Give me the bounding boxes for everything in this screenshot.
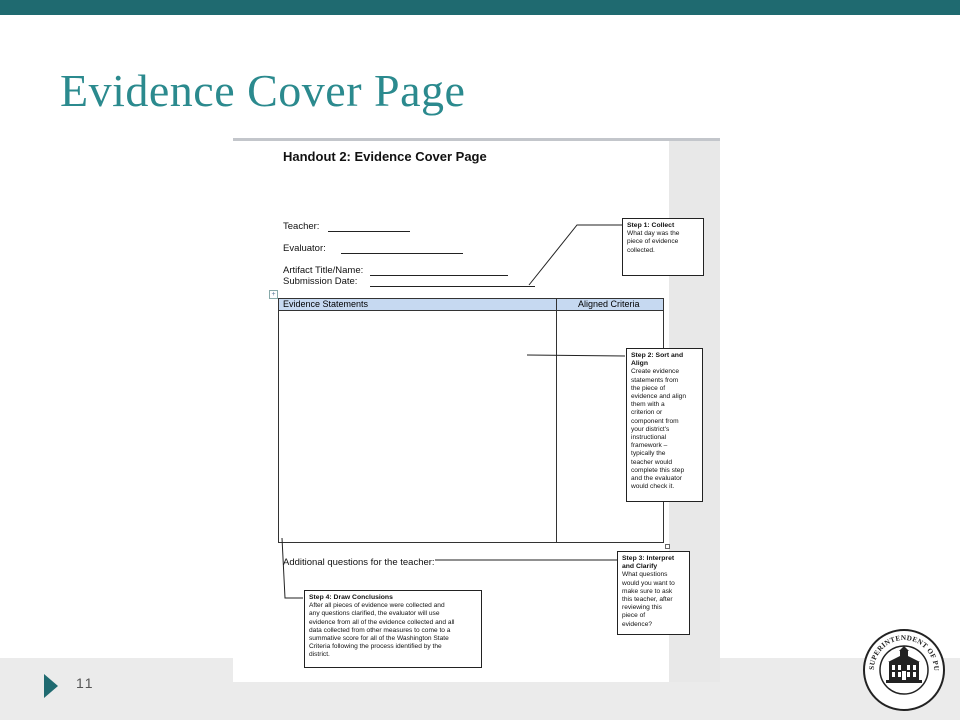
step3-line: What questions	[622, 571, 668, 579]
step2-line: evidence and align	[631, 393, 686, 401]
step2-line: them with a	[631, 401, 665, 409]
step3-line: make sure to ask	[622, 587, 673, 595]
page-number: 11	[76, 675, 95, 691]
step1-title: Step 1: Collect	[627, 222, 675, 229]
step2-line: would check it.	[631, 483, 675, 491]
step2-line: instructional	[631, 434, 667, 442]
step4-title: Step 4: Draw Conclusions	[309, 594, 393, 601]
step2-line: criterion or	[631, 409, 663, 417]
step2-title: Step 2: Sort and	[631, 352, 684, 359]
ospi-seal-logo: SUPERINTENDENT OF PUBLIC INSTRUCTION · W…	[862, 628, 945, 711]
step2-line: and the evaluator	[631, 475, 682, 483]
step2-line: Create evidence	[631, 368, 680, 376]
step1-line: piece of evidence	[627, 238, 679, 246]
top-accent-bar	[0, 0, 960, 15]
step4-line: summative score for all of the Washingto…	[309, 635, 449, 643]
slide-title: Evidence Cover Page	[60, 65, 466, 116]
step4-line: district.	[309, 651, 330, 659]
step2-line: framework –	[631, 442, 668, 450]
step2-line: teacher would	[631, 458, 673, 466]
step2-line: the piece of	[631, 384, 666, 392]
step3-title: Step 3: Interpret	[622, 555, 675, 562]
step3-line: reviewing this	[622, 604, 662, 612]
callout-step2: Step 2: Sort and Align Create evidence s…	[626, 348, 703, 502]
callout-step3: Step 3: Interpret and Clarify What quest…	[617, 551, 690, 635]
step2-line: component from	[631, 417, 679, 425]
step1-line: collected.	[627, 246, 655, 254]
play-arrow-icon	[44, 674, 58, 698]
handout-screenshot: Handout 2: Evidence Cover Page Teacher: …	[233, 138, 720, 682]
step2-line: typically the	[631, 450, 666, 458]
step2-title: Align	[631, 360, 648, 368]
step4-line: evidence from all of the evidence collec…	[309, 618, 455, 626]
step1-line: What day was the	[627, 230, 680, 238]
step2-line: your district's	[631, 425, 670, 433]
step3-line: evidence?	[622, 620, 653, 628]
step3-title: and Clarify	[622, 563, 658, 571]
step3-line: would you want to	[622, 579, 675, 587]
step3-line: this teacher, after	[622, 596, 673, 604]
step4-line: Criteria following the process identifie…	[309, 643, 442, 651]
step4-line: data collected from other measures to co…	[309, 626, 451, 634]
step3-line: piece of	[622, 612, 646, 620]
step2-line: statements from	[631, 376, 679, 384]
callout-step4: Step 4: Draw Conclusions After all piece…	[304, 590, 482, 668]
step4-line: any questions clarified, the evaluator w…	[309, 610, 440, 618]
step2-line: complete this step	[631, 466, 685, 474]
step4-line: After all pieces of evidence were collec…	[309, 602, 445, 610]
callout-step1: Step 1: Collect What day was the piece o…	[622, 218, 704, 276]
